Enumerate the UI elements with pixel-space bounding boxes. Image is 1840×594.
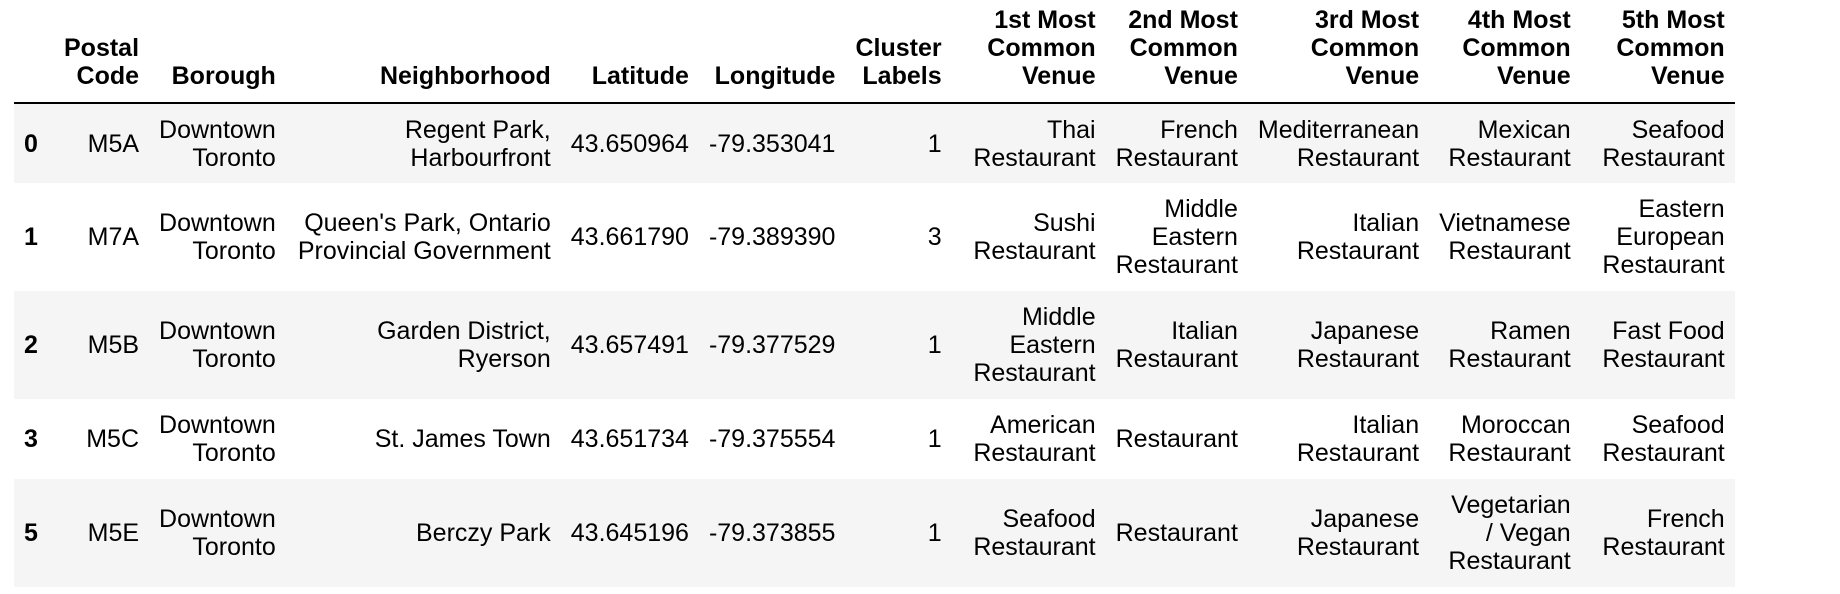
cell-latitude: 43.645196 bbox=[570, 519, 689, 547]
table-row: 3 M5C Downtown Toronto St. James Town 43… bbox=[14, 399, 1735, 479]
cell-postal-code: M5C bbox=[86, 425, 140, 453]
cell-venue-2: French Restaurant bbox=[1115, 115, 1238, 172]
dataframe-output: Postal Code Borough Neighborhood Latitud… bbox=[14, 0, 1735, 587]
cell-cluster-label: 1 bbox=[927, 331, 942, 359]
cell-venue-4: Mexican Restaurant bbox=[1448, 115, 1571, 172]
cell-neighborhood: St. James Town bbox=[374, 425, 551, 453]
cell-venue-2: Italian Restaurant bbox=[1115, 317, 1238, 373]
cell-venue-4: Moroccan Restaurant bbox=[1448, 411, 1571, 467]
cell-venue-5: Seafood Restaurant bbox=[1602, 115, 1725, 172]
cell-neighborhood: Queen's Park, Ontario Provincial Governm… bbox=[297, 209, 551, 265]
cell-venue-3: Mediterranean Restaurant bbox=[1257, 115, 1420, 172]
cell-venue-5: French Restaurant bbox=[1602, 505, 1725, 561]
cell-longitude: -79.389390 bbox=[708, 223, 836, 251]
cell-longitude: -79.377529 bbox=[708, 331, 836, 359]
column-header-longitude: Longitude bbox=[698, 0, 846, 104]
cell-venue-5: Fast Food Restaurant bbox=[1602, 317, 1725, 373]
cell-latitude: 43.650964 bbox=[570, 129, 689, 158]
cell-venue-4: Ramen Restaurant bbox=[1448, 317, 1571, 373]
cell-venue-4: Vietnamese Restaurant bbox=[1439, 209, 1571, 265]
cell-latitude: 43.657491 bbox=[570, 331, 689, 359]
column-header-venue-5: 5th Most Common Venue bbox=[1580, 0, 1735, 104]
cell-venue-3: Italian Restaurant bbox=[1296, 209, 1420, 265]
cell-longitude: -79.373855 bbox=[708, 519, 836, 547]
cell-latitude: 43.661790 bbox=[570, 223, 689, 251]
row-index: 2 bbox=[24, 331, 38, 359]
cell-venue-2: Middle Eastern Restaurant bbox=[1115, 195, 1238, 279]
row-index: 1 bbox=[24, 223, 38, 251]
cell-borough: Downtown Toronto bbox=[159, 317, 276, 373]
column-header-borough: Borough bbox=[149, 0, 286, 104]
column-header-venue-1: 1st Most Common Venue bbox=[951, 0, 1106, 104]
header-row: Postal Code Borough Neighborhood Latitud… bbox=[14, 0, 1735, 104]
dataframe-table: Postal Code Borough Neighborhood Latitud… bbox=[14, 0, 1735, 587]
column-header-latitude: Latitude bbox=[560, 0, 699, 104]
cell-venue-5: Seafood Restaurant bbox=[1602, 411, 1725, 467]
cell-cluster-label: 1 bbox=[927, 129, 942, 158]
cell-venue-3: Japanese Restaurant bbox=[1296, 505, 1420, 561]
cell-venue-1: Middle Eastern Restaurant bbox=[973, 303, 1096, 387]
cell-longitude: -79.375554 bbox=[708, 425, 836, 453]
cell-cluster-label: 1 bbox=[927, 519, 942, 547]
column-header-index bbox=[14, 0, 54, 104]
column-header-postal-code: Postal Code bbox=[54, 0, 150, 104]
row-index: 5 bbox=[24, 519, 38, 547]
table-row: 2 M5B Downtown Toronto Garden District, … bbox=[14, 291, 1735, 399]
cell-postal-code: M5B bbox=[87, 331, 140, 359]
column-header-venue-4: 4th Most Common Venue bbox=[1429, 0, 1581, 104]
cell-venue-4: Vegetarian / Vegan Restaurant bbox=[1448, 491, 1571, 575]
cell-borough: Downtown Toronto bbox=[159, 411, 276, 467]
column-header-cluster-labels: Cluster Labels bbox=[845, 0, 952, 104]
cell-cluster-label: 1 bbox=[927, 425, 942, 453]
cell-borough: Downtown Toronto bbox=[159, 505, 276, 561]
row-index: 0 bbox=[24, 129, 38, 158]
column-header-venue-3: 3rd Most Common Venue bbox=[1247, 0, 1430, 104]
cell-venue-1: Sushi Restaurant bbox=[973, 209, 1096, 265]
row-index: 3 bbox=[24, 425, 38, 453]
table-row: 1 M7A Downtown Toronto Queen's Park, Ont… bbox=[14, 183, 1735, 291]
cell-latitude: 43.651734 bbox=[570, 425, 689, 453]
column-header-venue-2: 2nd Most Common Venue bbox=[1105, 0, 1248, 104]
cell-venue-3: Japanese Restaurant bbox=[1296, 317, 1420, 373]
cell-postal-code: M7A bbox=[87, 223, 140, 251]
cell-longitude: -79.353041 bbox=[708, 129, 836, 158]
column-header-neighborhood: Neighborhood bbox=[285, 0, 561, 104]
cell-venue-5: Eastern European Restaurant bbox=[1602, 195, 1725, 279]
cell-venue-3: Italian Restaurant bbox=[1296, 411, 1420, 467]
cell-venue-2: Restaurant bbox=[1115, 425, 1238, 453]
cell-borough: Downtown Toronto bbox=[159, 209, 276, 265]
cell-borough: Downtown Toronto bbox=[159, 115, 276, 172]
cell-venue-1: Seafood Restaurant bbox=[973, 505, 1096, 561]
cell-venue-1: Thai Restaurant bbox=[973, 115, 1096, 172]
table-row: 5 M5E Downtown Toronto Berczy Park 43.64… bbox=[14, 479, 1735, 587]
cell-venue-1: American Restaurant bbox=[973, 411, 1096, 467]
cell-neighborhood: Garden District, Ryerson bbox=[377, 317, 551, 373]
cell-neighborhood: Regent Park, Harbourfront bbox=[404, 115, 551, 172]
cell-venue-2: Restaurant bbox=[1115, 519, 1238, 547]
table-row: 0 M5A Downtown Toronto Regent Park, Harb… bbox=[14, 103, 1735, 183]
cell-cluster-label: 3 bbox=[927, 223, 942, 251]
cell-postal-code: M5E bbox=[87, 519, 140, 547]
cell-neighborhood: Berczy Park bbox=[416, 519, 551, 547]
cell-postal-code: M5A bbox=[87, 129, 140, 158]
